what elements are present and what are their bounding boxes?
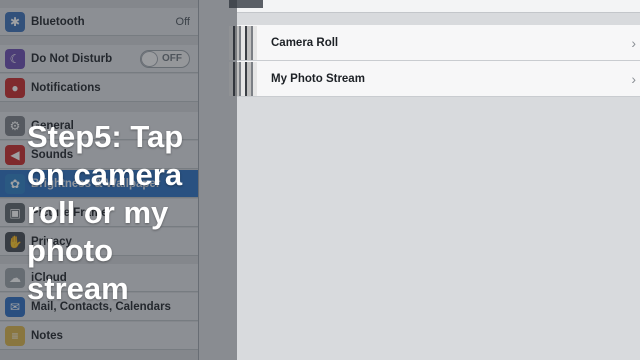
cloud-icon: ☁ bbox=[5, 267, 25, 288]
toggle-knob bbox=[141, 50, 158, 67]
tutorial-caption: Step5: Tap on camera roll or my photo st… bbox=[27, 119, 184, 306]
sidebar-item-notes[interactable]: ≡ Notes bbox=[0, 322, 198, 350]
notifications-icon: ● bbox=[5, 77, 25, 98]
albums-pane: Camera Roll › My Photo Stream › bbox=[229, 0, 640, 360]
sidebar-item-label: Do Not Disturb bbox=[31, 52, 113, 65]
sidebar-item-label: Bluetooth bbox=[31, 15, 85, 28]
sidebar-item-do-not-disturb[interactable]: ☾ Do Not Disturb OFF bbox=[0, 45, 198, 73]
album-row-camera-roll[interactable]: Camera Roll › bbox=[229, 25, 640, 61]
album-label: Camera Roll bbox=[271, 36, 339, 49]
bluetooth-status: Off bbox=[175, 15, 190, 28]
toggle-state-label: OFF bbox=[162, 52, 182, 64]
do-not-disturb-toggle[interactable]: OFF bbox=[140, 49, 190, 68]
moon-icon: ☾ bbox=[5, 48, 25, 69]
previous-album-row bbox=[229, 0, 640, 13]
album-label: My Photo Stream bbox=[271, 72, 365, 85]
album-thumbnail bbox=[229, 0, 263, 8]
gear-icon: ⚙ bbox=[5, 115, 25, 136]
sidebar-item-label: Notes bbox=[31, 329, 63, 342]
mail-icon: ✉ bbox=[5, 296, 25, 317]
album-thumbnail bbox=[229, 25, 257, 60]
sidebar-item-notifications[interactable]: ● Notifications bbox=[0, 74, 198, 102]
notes-icon: ≡ bbox=[5, 325, 25, 346]
chevron-right-icon: › bbox=[631, 34, 636, 51]
hand-icon: ✋ bbox=[5, 231, 25, 252]
album-row-my-photo-stream[interactable]: My Photo Stream › bbox=[229, 61, 640, 97]
album-thumbnail bbox=[229, 61, 257, 96]
frame-icon: ▣ bbox=[5, 202, 25, 223]
flower-icon: ✿ bbox=[5, 173, 25, 194]
speaker-icon: ◀ bbox=[5, 144, 25, 165]
bluetooth-icon: ✱ bbox=[5, 11, 25, 32]
chevron-right-icon: › bbox=[631, 70, 636, 87]
sidebar-item-label: Notifications bbox=[31, 81, 101, 94]
sidebar-item-bluetooth[interactable]: ✱ Bluetooth Off bbox=[0, 8, 198, 36]
